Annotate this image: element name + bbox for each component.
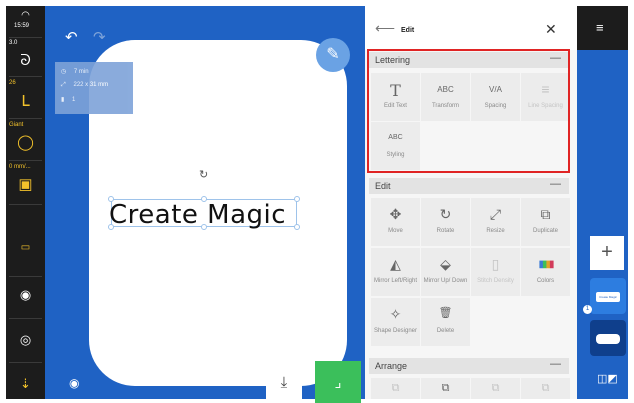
needle-stop-icon: ◉ (19, 287, 32, 302)
tool-mirror-left-right[interactable]: ◭ Mirror Left/Right (371, 248, 420, 296)
clock-time: 15:59 (14, 23, 30, 29)
resize-icon: ⤢ (61, 82, 66, 88)
thumbnail-badge: 1 (583, 305, 592, 314)
stitch-foot-value: 26 (9, 80, 16, 86)
stitch-time: ◷ 7 min (61, 69, 89, 75)
save-button[interactable]: ⤓ (266, 361, 302, 403)
tool-duplicate[interactable]: ⧉ Duplicate (521, 198, 570, 246)
hoop-label: Giant (9, 122, 24, 128)
export-icon: ⌟ (334, 374, 342, 391)
tool-rotate[interactable]: ↻ Rotate (421, 198, 470, 246)
left-sidebar: ◠ 15:59 3.0 ᘐ 26 ᒪ Giant ◯ 0 mm/... ▣ ▭ … (6, 6, 45, 399)
sidebar-item-thread[interactable]: ▭ (6, 242, 45, 262)
collapse-icon[interactable]: — (550, 178, 561, 190)
hoop-icon: ◯ (17, 134, 34, 151)
undo-icon[interactable]: ↶ (65, 28, 78, 46)
selection-handle[interactable] (108, 196, 114, 202)
tool-arrange[interactable]: ⧉ (521, 378, 570, 399)
design-canvas[interactable]: ↶ ↷ ◷ 7 min ⤢ 222 x 31 mm ▮ 1 ✎ ↻ Create… (45, 6, 365, 403)
camera-icon: ◎ (19, 332, 32, 347)
download-icon: ⤓ (280, 374, 288, 391)
rotate-icon: ↻ (439, 206, 452, 222)
collapse-icon[interactable]: — (550, 358, 561, 370)
embroidery-unit-value: 0 mm/... (9, 164, 31, 170)
tool-move[interactable]: ✥ Move (371, 198, 420, 246)
arrange-icon: ⧉ (491, 382, 500, 394)
sidebar-item-needle-stop[interactable]: ◉ (6, 287, 45, 307)
sidebar-item-hoop[interactable]: Giant ◯ (6, 122, 45, 160)
tool-arrange[interactable]: ⧉ (471, 378, 520, 399)
thread-icon: ▭ (20, 242, 31, 253)
tool-arrange[interactable]: ⧉ (421, 378, 470, 399)
selection-handle[interactable] (201, 196, 207, 202)
section-header-arrange[interactable]: Arrange — (369, 358, 569, 374)
colors-icon: ▮ (61, 97, 65, 103)
design-thumbnail[interactable] (590, 320, 626, 356)
density-icon: ▯ (491, 256, 500, 272)
menu-icon[interactable]: ≡ (596, 20, 604, 35)
back-arrow-icon[interactable]: ⟵ (375, 20, 395, 37)
tool-colors[interactable]: ▮▮▮▮ Colors (521, 248, 570, 296)
stitch-preview-icon[interactable]: ◫◩ (597, 372, 618, 385)
presser-foot-value: 3.0 (9, 40, 18, 46)
selection-handle[interactable] (294, 196, 300, 202)
tool-shape-designer[interactable]: ✧ Shape Designer (371, 298, 420, 346)
edit-pencil-button[interactable]: ✎ (316, 38, 350, 72)
tool-mirror-up-down[interactable]: ⬙ Mirror Up/ Down (421, 248, 470, 296)
resize-icon: ⤢ (489, 206, 502, 222)
section-header-edit[interactable]: Edit — (369, 178, 569, 194)
arrange-icon: ⧉ (441, 382, 450, 394)
design-thumbnail[interactable]: Create Magic (590, 278, 626, 314)
selection-handle[interactable] (201, 224, 207, 230)
wifi-icon: ◠ (21, 10, 30, 21)
sidebar-item-presser-foot[interactable]: 3.0 ᘐ (6, 40, 45, 74)
tool-stitch-density[interactable]: ▯ Stitch Density (471, 248, 520, 296)
needle-icon: ⇣ (20, 376, 31, 391)
design-size: ⤢ 222 x 31 mm (61, 82, 109, 88)
next-button[interactable]: ⌟ (315, 361, 361, 403)
duplicate-icon: ⧉ (540, 206, 551, 222)
shape-designer-icon: ✧ (389, 306, 402, 322)
wifi-status: ◠ 15:59 (6, 10, 45, 36)
stitch-foot-icon: ᒪ (21, 93, 30, 110)
sidebar-item-camera[interactable]: ◎ (6, 332, 45, 352)
clock-icon: ◷ (61, 69, 67, 75)
rotate-handle-icon[interactable]: ↻ (199, 168, 208, 181)
arrange-icon: ⧉ (391, 382, 400, 394)
close-icon[interactable]: ✕ (545, 21, 557, 38)
colors-icon: ▮▮▮▮ (538, 259, 554, 270)
selection-handle[interactable] (294, 224, 300, 230)
sidebar-item-needle[interactable]: ⇣ (6, 376, 45, 396)
color-count: ▮ 1 (61, 97, 76, 103)
mirror-horizontal-icon: ◭ (390, 256, 401, 272)
tool-delete[interactable]: 🗑 Delete (421, 298, 470, 346)
tool-resize[interactable]: ⤢ Resize (471, 198, 520, 246)
tool-arrange[interactable]: ⧉ (371, 378, 420, 399)
eye-icon[interactable]: ◉ (69, 376, 79, 390)
arrange-icon: ⧉ (541, 382, 550, 394)
lettering-highlight (367, 49, 570, 173)
move-icon: ✥ (389, 206, 402, 222)
mirror-vertical-icon: ⬙ (440, 256, 451, 272)
presser-foot-icon: ᘐ (20, 52, 31, 69)
add-design-button[interactable]: + (590, 236, 624, 270)
sidebar-item-stitch-foot[interactable]: 26 ᒪ (6, 80, 45, 118)
edit-panel-header: ⟵ Edit ✕ (365, 6, 577, 50)
sidebar-item-embroidery-unit[interactable]: 0 mm/... ▣ (6, 164, 45, 202)
redo-icon[interactable]: ↷ (93, 28, 106, 46)
embroidery-unit-icon: ▣ (18, 176, 33, 193)
design-info-panel: ◷ 7 min ⤢ 222 x 31 mm ▮ 1 (55, 62, 133, 114)
selection-handle[interactable] (108, 224, 114, 230)
panel-title: Edit (401, 27, 415, 34)
trash-icon: 🗑 (438, 307, 453, 319)
design-lettering[interactable]: Create Magic (109, 200, 305, 230)
